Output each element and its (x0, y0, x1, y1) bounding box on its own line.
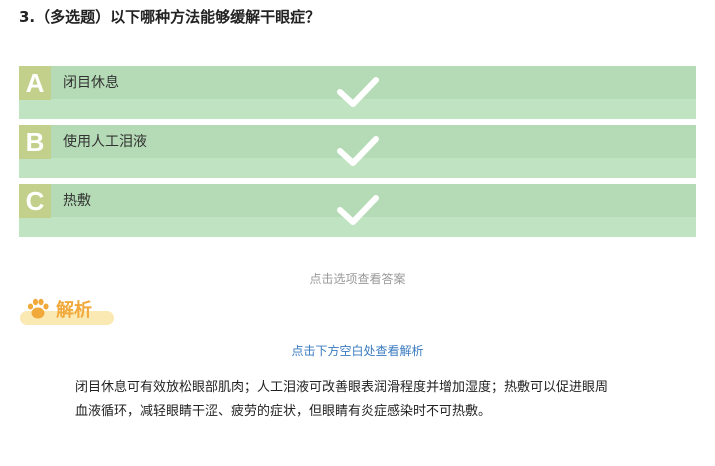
analysis-header: 解析 (18, 295, 118, 329)
option-letter: B (19, 125, 51, 159)
view-analysis-link[interactable]: 点击下方空白处查看解析 (0, 342, 715, 359)
analysis-label: 解析 (56, 300, 92, 321)
option-letter: A (19, 66, 51, 100)
option-c[interactable]: C 热敷 (19, 184, 696, 237)
option-a[interactable]: A 闭目休息 (19, 66, 696, 119)
option-b[interactable]: B 使用人工泪液 (19, 125, 696, 178)
check-icon (337, 77, 379, 107)
question-title: 3.（多选题）以下哪种方法能够缓解干眼症？ (19, 8, 321, 26)
check-icon (337, 195, 379, 225)
check-icon (337, 136, 379, 166)
options-list: A 闭目休息 B 使用人工泪液 C 热敷 (19, 66, 696, 243)
option-text: 热敷 (63, 193, 91, 209)
reveal-answer-hint: 点击选项查看答案 (309, 272, 406, 286)
paw-icon (27, 298, 49, 319)
option-text: 使用人工泪液 (63, 134, 147, 150)
option-text: 闭目休息 (63, 75, 119, 91)
analysis-text: 闭目休息可有效放松眼部肌肉；人工泪液可改善眼表润滑程度并增加湿度；热敷可以促进眼… (75, 380, 609, 419)
option-letter: C (19, 184, 51, 218)
